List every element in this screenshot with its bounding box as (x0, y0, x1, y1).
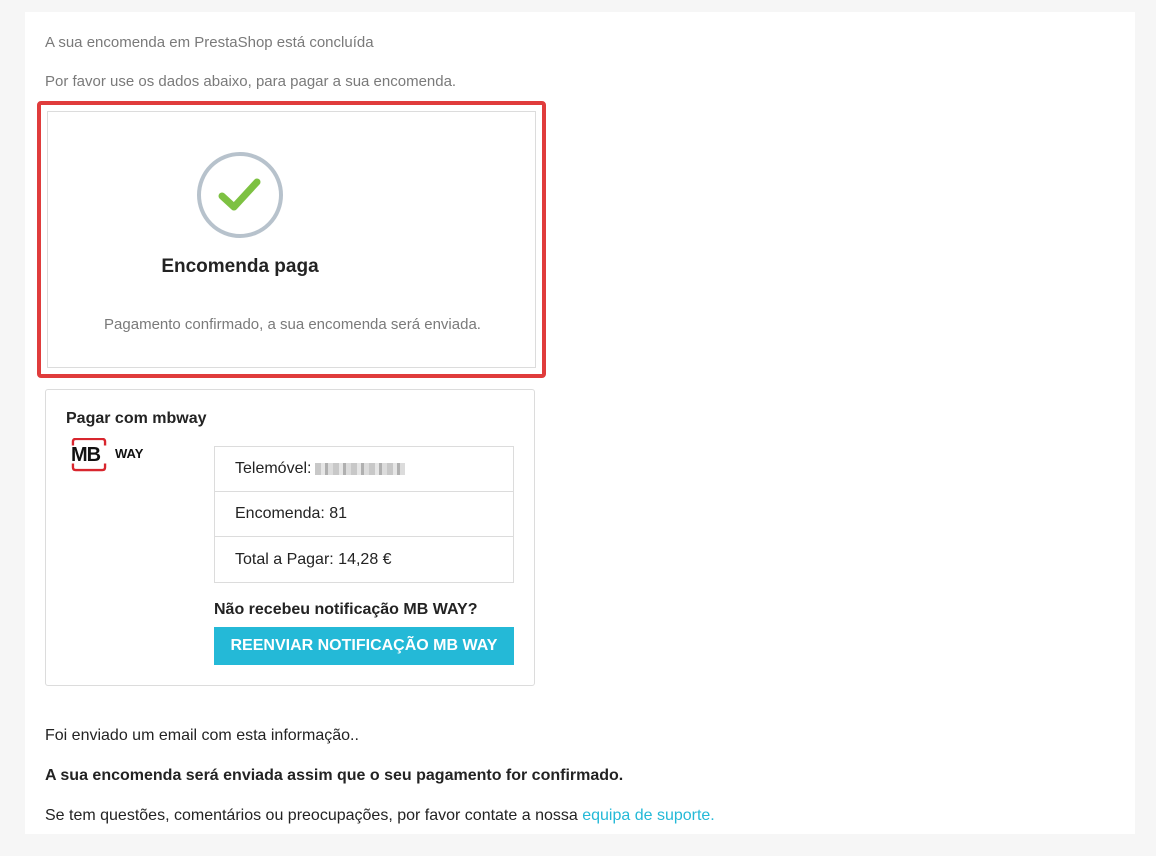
order-complete-text: A sua encomenda em PrestaShop está concl… (45, 34, 374, 51)
support-text: Se tem questões, comentários ou preocupa… (45, 807, 715, 825)
total-label: Total a Pagar: 14,28 € (235, 550, 392, 568)
status-title: Encomenda paga (161, 256, 319, 277)
notification-question: Não recebeu notificação MB WAY? (214, 601, 478, 618)
order-label: Encomenda: 81 (235, 505, 348, 522)
check-circle-icon (197, 152, 283, 238)
mbway-logo: MB WAY (68, 438, 158, 478)
total-row: Total a Pagar: 14,28 € (215, 537, 513, 582)
support-prefix: Se tem questões, comentários ou preocupa… (45, 807, 583, 824)
payment-info-table: Telemóvel: Encomenda: 81 Total a Pagar: … (214, 446, 514, 583)
mb-logo-text: MB (71, 444, 101, 466)
highlight-frame: Encomenda paga Pagamento confirmado, a s… (37, 101, 546, 378)
payment-status-box: Encomenda paga Pagamento confirmado, a s… (47, 111, 536, 368)
order-row: Encomenda: 81 (215, 492, 513, 537)
phone-row: Telemóvel: (215, 447, 513, 492)
support-team-link[interactable]: equipa de suporte. (582, 807, 715, 824)
phone-label: Telemóvel: (235, 460, 312, 477)
status-message: Pagamento confirmado, a sua encomenda se… (104, 316, 481, 333)
payment-instructions-text: Por favor use os dados abaixo, para paga… (45, 73, 457, 90)
email-sent-text: Foi enviado um email com esta informação… (45, 727, 359, 744)
order-confirmation-card: A sua encomenda em PrestaShop está concl… (25, 12, 1135, 834)
mbway-payment-box: Pagar com mbway MB WAY Telemóvel: Encome… (45, 389, 535, 686)
resend-notification-button[interactable]: REENVIAR NOTIFICAÇÃO MB WAY (214, 627, 514, 665)
shipping-notice-text: A sua encomenda será enviada assim que o… (45, 767, 624, 784)
way-logo-text: WAY (115, 446, 144, 461)
phone-value-redacted (315, 463, 406, 475)
mbway-title: Pagar com mbway (66, 410, 207, 427)
